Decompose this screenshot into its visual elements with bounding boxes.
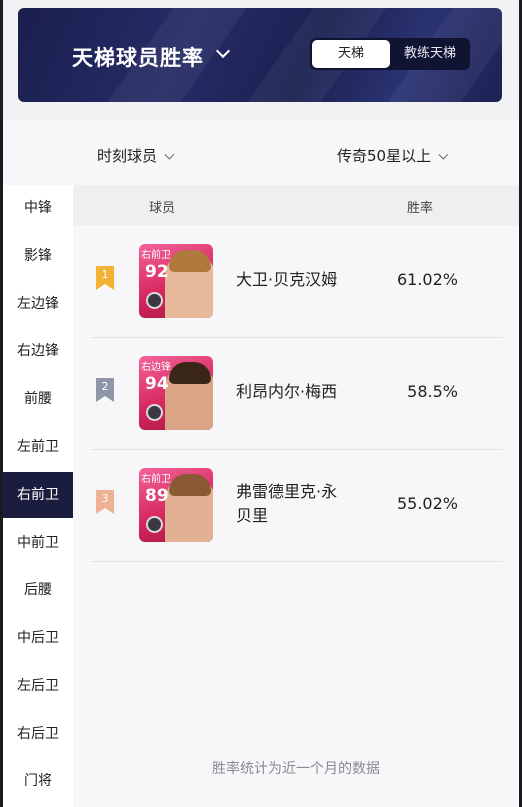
sidebar-item-lmf[interactable]: 左前卫 xyxy=(3,424,73,470)
card-rating: 89 xyxy=(145,486,169,506)
page-title[interactable]: 天梯球员胜率 xyxy=(72,42,204,72)
table-row[interactable]: 2 右边锋 94 利昂内尔·梅西 58.5% xyxy=(91,338,503,450)
rank-badge: 2 xyxy=(96,378,114,402)
card-position: 右边锋 xyxy=(141,362,171,373)
player-name-line: 大卫·贝克汉姆 xyxy=(236,270,338,289)
sidebar-item-cf[interactable]: 中锋 xyxy=(3,185,73,231)
table-row[interactable]: 3 右前卫 89 弗雷德里克·永 贝里 55.02% xyxy=(91,450,503,562)
table-row[interactable]: 1 右前卫 92 大卫·贝克汉姆 61.02% xyxy=(91,226,503,338)
player-hair xyxy=(169,362,211,384)
footer-note: 胜率统计为近一个月的数据 xyxy=(212,761,380,777)
sidebar-item-lwf[interactable]: 左边锋 xyxy=(3,281,73,327)
sidebar-item-cb[interactable]: 中后卫 xyxy=(3,615,73,661)
tab-coach-ladder[interactable]: 教练天梯 xyxy=(392,40,468,68)
card-badge-icon xyxy=(146,404,163,421)
tier-dropdown[interactable]: 传奇50星以上 xyxy=(337,145,449,166)
sidebar-item-rb[interactable]: 右后卫 xyxy=(3,711,73,757)
sidebar-item-gk[interactable]: 门将 xyxy=(3,758,73,804)
sidebar-item-ss[interactable]: 影锋 xyxy=(3,233,73,279)
sidebar-item-cmf[interactable]: 中前卫 xyxy=(3,520,73,566)
player-type-dropdown[interactable]: 时刻球员 xyxy=(97,145,175,166)
header-area: 天梯球员胜率 天梯 教练天梯 xyxy=(3,0,519,120)
filter-bar: 时刻球员 传奇50星以上 xyxy=(3,125,519,185)
sidebar-item-dmf[interactable]: 后腰 xyxy=(3,567,73,613)
player-name: 大卫·贝克汉姆 xyxy=(236,268,337,292)
win-rate: 61.02% xyxy=(396,270,458,289)
player-hair xyxy=(169,250,211,272)
player-name: 利昂内尔·梅西 xyxy=(236,380,337,404)
app-frame: 天梯球员胜率 天梯 教练天梯 时刻球员 传奇50星以上 中锋 影锋 左边锋 右边… xyxy=(3,0,519,807)
position-sidebar: 中锋 影锋 左边锋 右边锋 前腰 左前卫 右前卫 中前卫 后腰 中后卫 左后卫 … xyxy=(3,185,73,807)
player-name-line: 利昂内尔·梅西 xyxy=(236,382,338,401)
rank-badge: 1 xyxy=(96,266,114,290)
card-position: 右前卫 xyxy=(141,250,171,261)
player-card[interactable]: 右前卫 89 xyxy=(139,468,213,542)
card-position: 右前卫 xyxy=(141,474,171,485)
sidebar-item-amf[interactable]: 前腰 xyxy=(3,376,73,422)
tab-ladder[interactable]: 天梯 xyxy=(312,40,390,68)
sidebar-item-rmf[interactable]: 右前卫 xyxy=(3,472,73,518)
player-name-line: 贝里 xyxy=(236,506,269,525)
player-card[interactable]: 右前卫 92 xyxy=(139,244,213,318)
card-badge-icon xyxy=(146,516,163,533)
player-name: 弗雷德里克·永 贝里 xyxy=(236,480,337,528)
sidebar-item-lb[interactable]: 左后卫 xyxy=(3,663,73,709)
card-rating: 92 xyxy=(145,262,169,282)
player-card[interactable]: 右边锋 94 xyxy=(139,356,213,430)
player-type-label: 时刻球员 xyxy=(97,147,158,165)
sidebar-item-rwf[interactable]: 右边锋 xyxy=(3,328,73,374)
player-name-line: 弗雷德里克·永 xyxy=(236,482,338,501)
table-header: 球员 胜率 xyxy=(73,185,519,225)
tier-label: 传奇50星以上 xyxy=(337,147,432,165)
title-banner: 天梯球员胜率 天梯 教练天梯 xyxy=(18,8,502,102)
rank-badge: 3 xyxy=(96,490,114,514)
win-rate: 58.5% xyxy=(407,382,458,401)
win-rate: 55.02% xyxy=(396,494,458,513)
mode-toggle[interactable]: 天梯 教练天梯 xyxy=(310,38,470,70)
card-badge-icon xyxy=(146,292,163,309)
column-header-winrate: 胜率 xyxy=(407,201,434,216)
column-header-player: 球员 xyxy=(149,201,176,216)
card-rating: 94 xyxy=(145,374,169,394)
chevron-down-icon xyxy=(438,149,449,160)
chevron-down-icon xyxy=(164,149,175,160)
player-hair xyxy=(169,474,211,496)
